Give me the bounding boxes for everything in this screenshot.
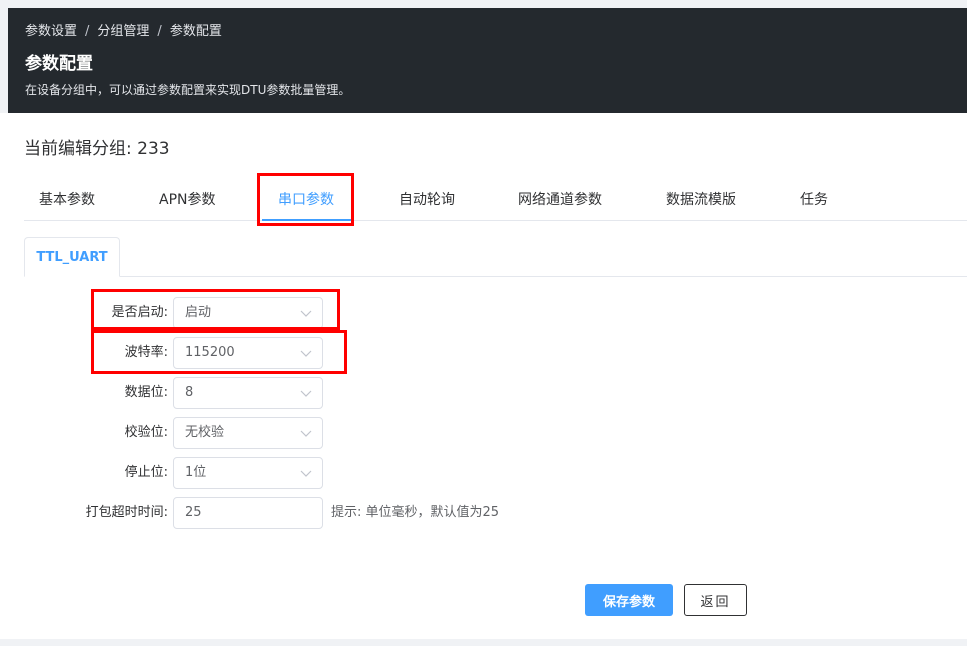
timeout-input[interactable]: 25 [173, 497, 323, 529]
parity-label: 校验位: [124, 425, 168, 440]
form-row-enabled: 是否启动: 启动 [0, 297, 600, 329]
parity-select[interactable]: 无校验 [173, 417, 323, 449]
stopbits-value: 1位 [185, 465, 207, 480]
enabled-select[interactable]: 启动 [173, 297, 323, 329]
save-button[interactable]: 保存参数 [585, 584, 673, 616]
chevron-down-icon [300, 470, 312, 477]
databits-label: 数据位: [124, 385, 168, 400]
tab-network-channel[interactable]: 网络通道参数 [518, 181, 602, 221]
uart-subtabs: TTL_UART [24, 237, 967, 277]
param-tabs: 基本参数 APN参数 串口参数 自动轮询 网络通道参数 数据流模版 任务 [24, 181, 967, 221]
tab-serial-params[interactable]: 串口参数 [278, 181, 334, 221]
chevron-down-icon [300, 350, 312, 357]
stopbits-label: 停止位: [124, 465, 168, 480]
active-tab-indicator [262, 219, 351, 221]
current-group-label: 当前编辑分组: 233 [24, 139, 170, 159]
page-description: 在设备分组中，可以通过参数配置来实现DTU参数批量管理。 [25, 83, 351, 97]
baud-label: 波特率: [124, 345, 168, 360]
baud-select[interactable]: 115200 [173, 337, 323, 369]
timeout-value: 25 [185, 505, 202, 520]
form-row-baud: 波特率: 115200 [0, 337, 600, 369]
breadcrumb-separator: / [85, 24, 90, 39]
page-title: 参数配置 [25, 54, 93, 74]
main-content: 当前编辑分组: 233 基本参数 APN参数 串口参数 自动轮询 网络通道参数 … [0, 113, 967, 639]
breadcrumb-item-group-management[interactable]: 分组管理 [97, 24, 149, 39]
tab-basic-params[interactable]: 基本参数 [39, 181, 95, 221]
tab-apn-params[interactable]: APN参数 [159, 181, 216, 221]
chevron-down-icon [300, 310, 312, 317]
breadcrumb-separator: / [157, 24, 162, 39]
timeout-label: 打包超时时间: [85, 505, 168, 520]
databits-value: 8 [185, 385, 194, 400]
form-row-stopbits: 停止位: 1位 [0, 457, 600, 489]
tab-data-stream-template[interactable]: 数据流模版 [666, 181, 736, 221]
baud-value: 115200 [185, 345, 235, 360]
breadcrumb-item-param-config: 参数配置 [169, 24, 222, 39]
form-row-timeout: 打包超时时间: 25 提示: 单位毫秒，默认值为25 [0, 497, 600, 529]
enabled-label: 是否启动: [111, 305, 168, 320]
form-row-parity: 校验位: 无校验 [0, 417, 600, 449]
form-row-databits: 数据位: 8 [0, 377, 600, 409]
chevron-down-icon [300, 390, 312, 397]
stopbits-select[interactable]: 1位 [173, 457, 323, 489]
subtab-ttl-uart[interactable]: TTL_UART [24, 237, 120, 277]
tab-auto-polling[interactable]: 自动轮询 [399, 181, 455, 221]
back-button[interactable]: 返回 [684, 584, 747, 616]
breadcrumb: 参数设置 / 分组管理 / 参数配置 [25, 20, 222, 39]
parity-value: 无校验 [185, 425, 225, 440]
chevron-down-icon [300, 430, 312, 437]
page-header: 参数设置 / 分组管理 / 参数配置 参数配置 在设备分组中，可以通过参数配置来实现DT… [8, 8, 967, 113]
breadcrumb-item-param-settings[interactable]: 参数设置 [25, 24, 77, 39]
tab-tasks[interactable]: 任务 [800, 181, 828, 221]
enabled-value: 启动 [185, 305, 212, 320]
databits-select[interactable]: 8 [173, 377, 323, 409]
timeout-hint: 提示: 单位毫秒，默认值为25 [331, 505, 500, 520]
